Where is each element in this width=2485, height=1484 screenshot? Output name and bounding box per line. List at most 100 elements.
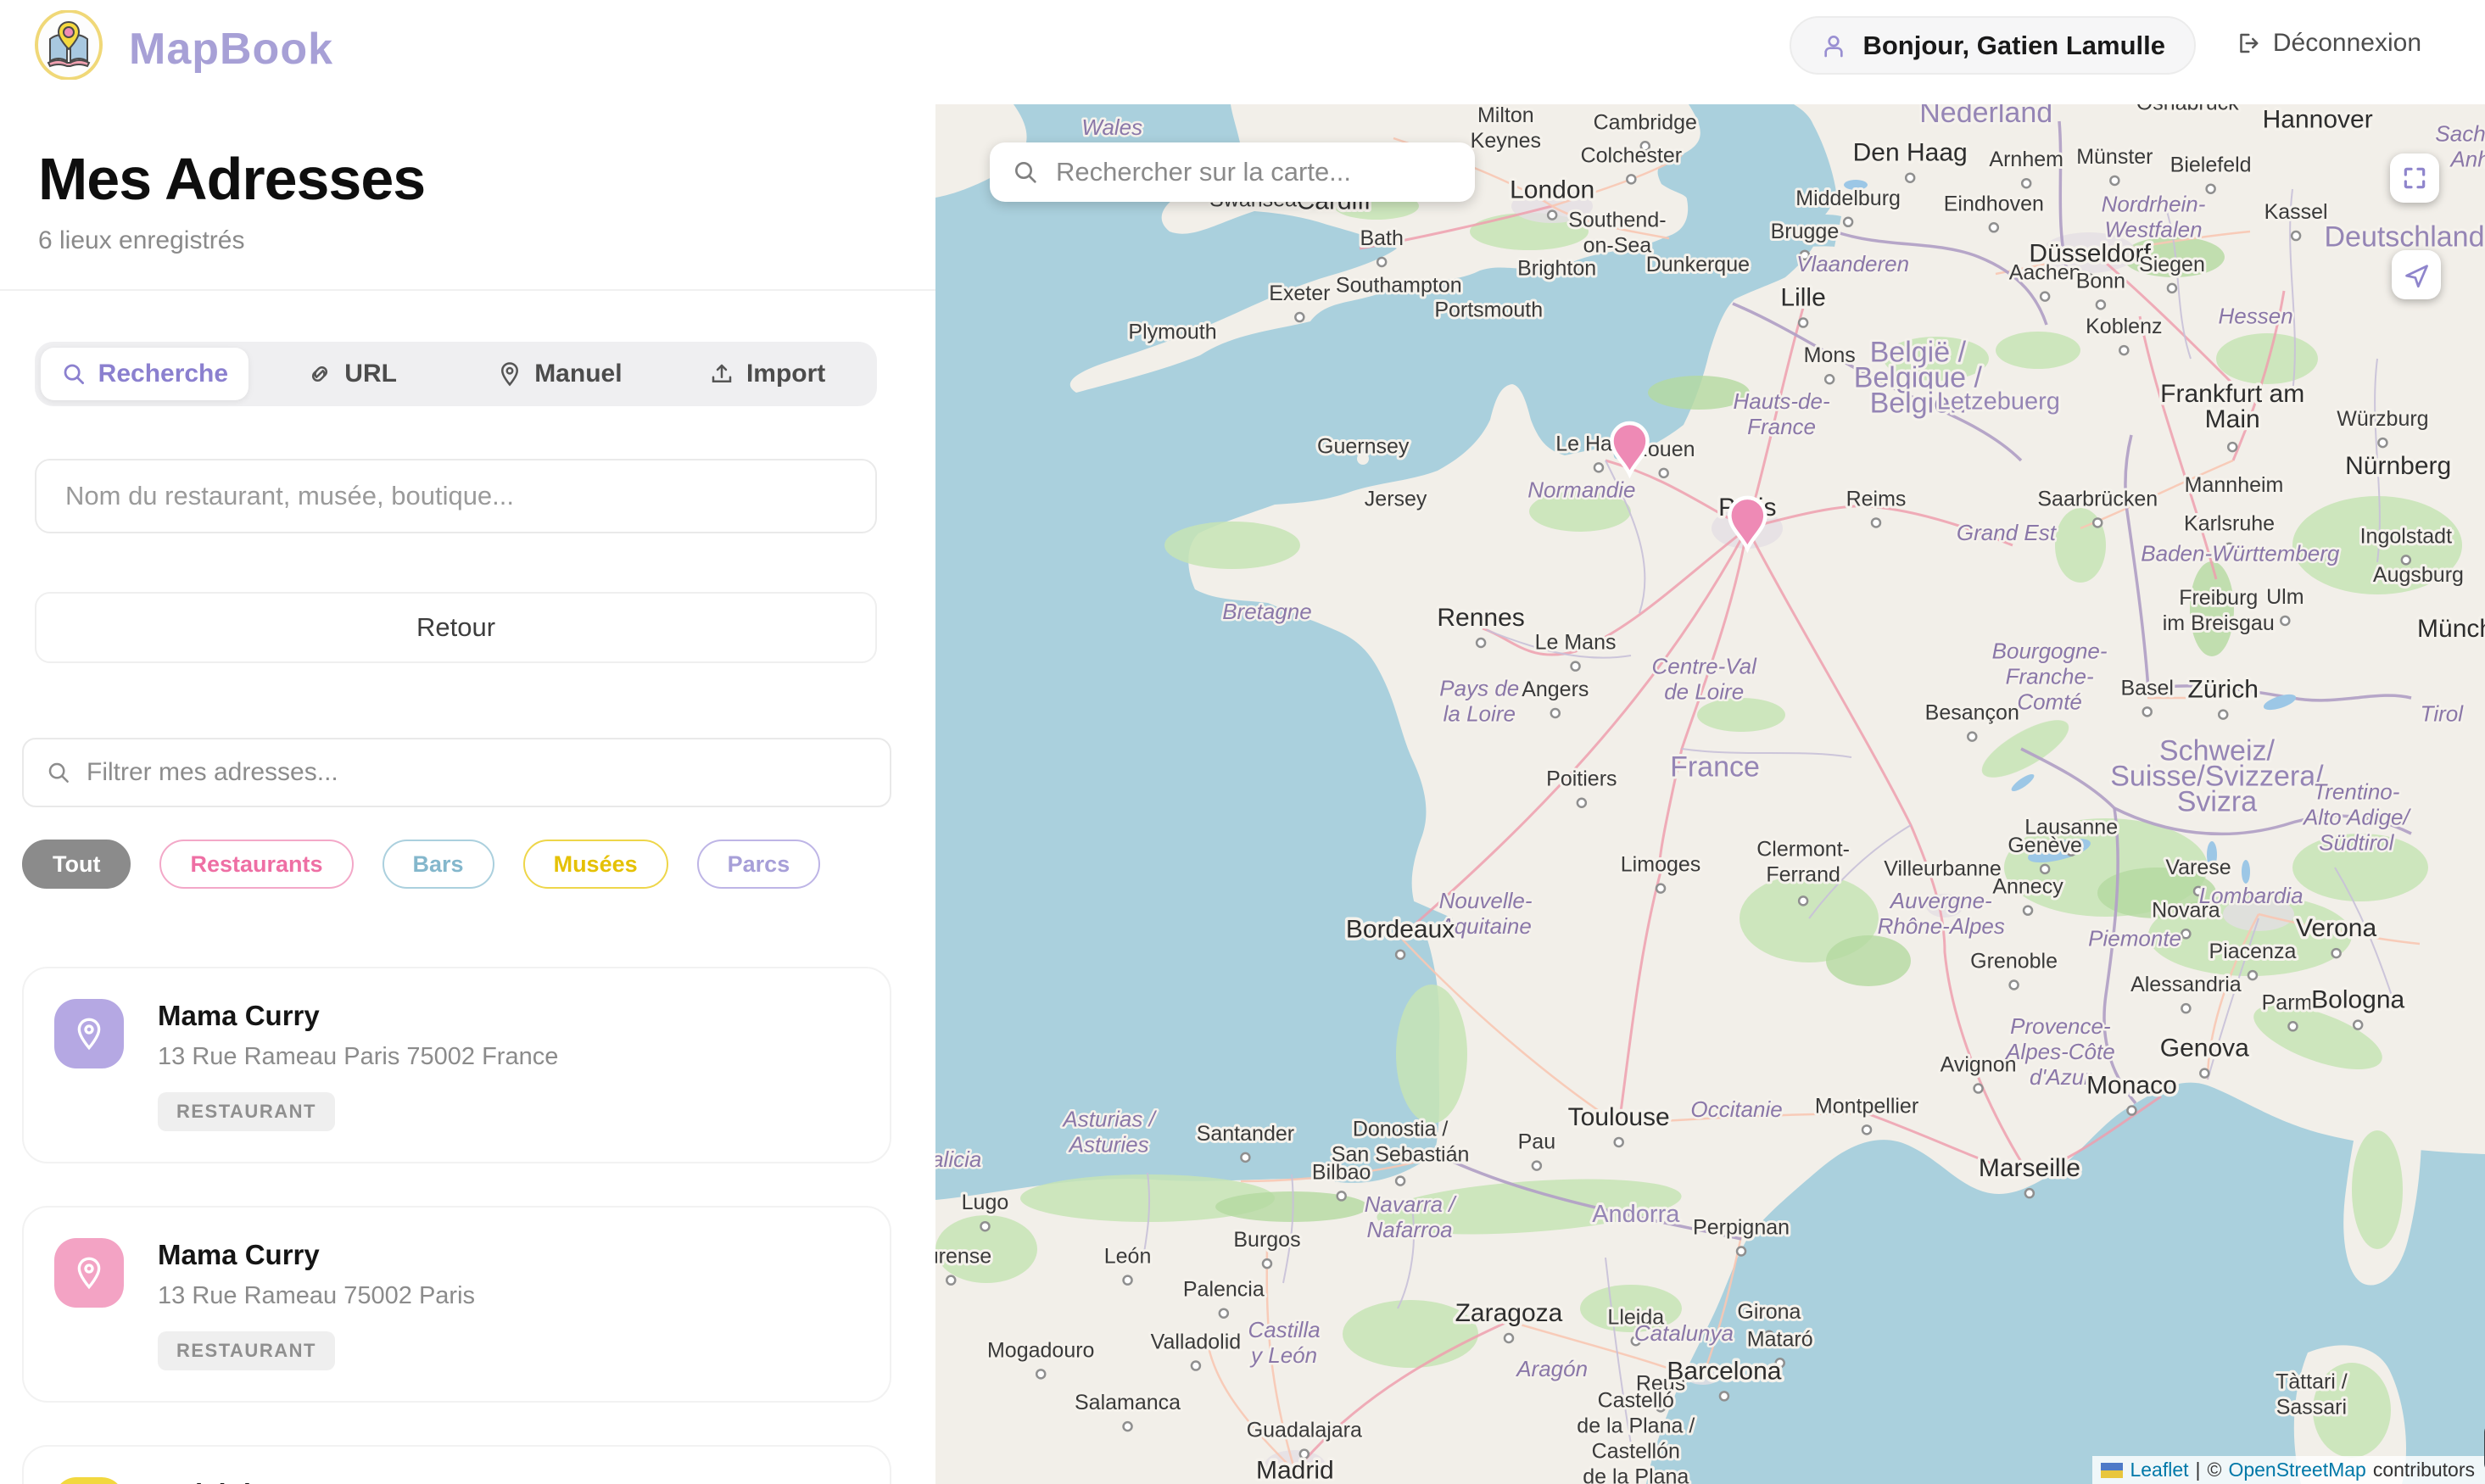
map-tiles: WalesMiltonKeynesCambridgeColchesterLond… — [935, 104, 2485, 1484]
map-label: France — [1670, 750, 1760, 783]
locate-button[interactable] — [2392, 250, 2441, 299]
map-label: Bilbao — [1312, 1160, 1371, 1184]
place-card[interactable]: Mama Curry 13 Rue Rameau Paris 75002 Fra… — [22, 967, 891, 1163]
place-pin-icon — [54, 1238, 124, 1308]
city-dot — [1720, 1392, 1728, 1400]
map-label: Plymouth — [1128, 321, 1216, 344]
city-dot — [1872, 518, 1880, 527]
filter-chip-parcs[interactable]: Parcs — [697, 840, 821, 889]
filter-chip-bars[interactable]: Bars — [383, 840, 494, 889]
city-dot — [2143, 707, 2152, 716]
tab-label: Import — [746, 360, 825, 388]
city-dot — [1192, 1362, 1200, 1370]
city-dot — [980, 1222, 989, 1230]
map-label: Portsmouth — [1434, 298, 1543, 322]
back-button[interactable]: Retour — [35, 592, 877, 663]
map-label: Grand Est — [1957, 520, 2058, 545]
map-label: Annecy — [1992, 875, 2063, 899]
map-label: MiltonKeynes — [1471, 104, 1541, 153]
map-label: Nordrhein-Westfalen — [2102, 192, 2206, 243]
map-label: Santander — [1197, 1122, 1294, 1146]
map-label: Genève — [2008, 834, 2082, 857]
map-label: Piacenza — [2209, 940, 2297, 963]
map-label: Alessandria — [2130, 973, 2242, 996]
tab-recherche[interactable]: Recherche — [41, 348, 248, 400]
map-canvas[interactable]: WalesMiltonKeynesCambridgeColchesterLond… — [935, 104, 2485, 1484]
filter-chip-musees[interactable]: Musées — [523, 840, 668, 889]
map-label: Düsseldorf — [2029, 239, 2151, 267]
city-dot — [1627, 175, 1635, 183]
city-dot — [1551, 709, 1560, 717]
place-address: 13 Rue Rameau Paris 75002 France — [158, 1041, 558, 1072]
city-dot — [2248, 971, 2257, 979]
city-dot — [2041, 293, 2049, 301]
city-dot — [1533, 1162, 1541, 1170]
map-label: Bonn — [2076, 269, 2125, 293]
osm-link[interactable]: OpenStreetMap — [2228, 1459, 2365, 1481]
map-label: Reims — [1846, 487, 1907, 510]
place-card[interactable]: Mama Curry 13 Rue Rameau 75002 Paris RES… — [22, 1206, 891, 1403]
city-dot — [2354, 1021, 2362, 1029]
city-dot — [2110, 176, 2119, 185]
city-dot — [1974, 1085, 1983, 1093]
map-label: Cambridge — [1594, 110, 1697, 134]
place-pin-icon — [54, 1477, 124, 1484]
map-label: Piemonte — [2088, 925, 2181, 951]
map-label: Deutschland — [2324, 221, 2484, 254]
city-dot — [1124, 1422, 1132, 1431]
leaflet-link[interactable]: Leaflet — [2130, 1459, 2188, 1481]
map-label: Eindhoven — [1944, 192, 2044, 215]
place-pin-icon — [54, 999, 124, 1068]
category-badge: RESTAURANT — [158, 1331, 335, 1370]
map-label: Genova — [2160, 1035, 2249, 1063]
city-dot — [2292, 232, 2300, 240]
map-label: Arnhem — [1989, 148, 2063, 171]
tab-url[interactable]: URL — [248, 348, 456, 400]
map-label: Le Mans — [1535, 631, 1617, 655]
map-label: León — [1104, 1245, 1152, 1269]
place-search-input[interactable] — [35, 459, 877, 533]
place-card[interactable]: Kuisinistan 37 Rue de Palestro 75002 Par… — [22, 1445, 891, 1484]
city-dot — [1799, 319, 1807, 327]
map-label: Limoges — [1621, 853, 1701, 877]
city-dot — [2200, 1069, 2209, 1078]
map-label: Avignon — [1941, 1053, 2017, 1077]
map-label: Barcelona — [1667, 1357, 1781, 1385]
filter-input[interactable] — [87, 758, 868, 787]
city-dot — [1220, 1309, 1228, 1318]
map-label: Tirol — [2421, 700, 2465, 726]
city-dot — [1396, 951, 1404, 959]
sidebar: Mes Adresses 6 lieux enregistrés Recherc… — [0, 104, 935, 1484]
places-count: 6 lieux enregistrés — [38, 226, 935, 255]
map-label: Monaco — [2086, 1072, 2177, 1100]
filter-field[interactable] — [22, 738, 891, 807]
map-search-input[interactable] — [1056, 157, 1453, 187]
page-title: Mes Adresses — [38, 145, 935, 213]
map-label: Jersey — [1365, 487, 1427, 510]
city-dot — [1660, 469, 1668, 477]
map-label: Navarra /Nafarroa — [1365, 1191, 1458, 1242]
map-label: Hannover — [2263, 106, 2373, 134]
map-label: Southampton — [1336, 273, 1462, 297]
filter-chip-restaurants[interactable]: Restaurants — [159, 840, 353, 889]
map-label: Marseille — [1979, 1154, 2080, 1182]
map-label: Saarbrücken — [2037, 487, 2158, 510]
search-icon — [1012, 159, 1039, 186]
city-dot — [2288, 1022, 2297, 1030]
fit-bounds-button[interactable] — [2390, 153, 2439, 203]
map-label: Pau — [1518, 1130, 1555, 1154]
filter-chip-tout[interactable]: Tout — [22, 840, 131, 889]
city-dot — [1263, 1259, 1271, 1268]
map-label: Normandie — [1527, 477, 1635, 503]
city-dot — [2378, 438, 2387, 447]
user-greeting-pill[interactable]: Bonjour, Gatien Lamulle — [1790, 16, 2196, 75]
map-label: Bath — [1360, 226, 1403, 250]
logout-button[interactable]: Déconnexion — [2235, 29, 2421, 58]
user-icon — [1820, 32, 1847, 59]
tab-import[interactable]: Import — [663, 348, 871, 400]
map-search-bar[interactable] — [990, 142, 1475, 202]
category-badge: RESTAURANT — [158, 1092, 335, 1131]
map-label: Mannheim — [2185, 473, 2284, 497]
map-label: Valladolid — [1151, 1331, 1242, 1354]
tab-manuel[interactable]: Manuel — [456, 348, 664, 400]
